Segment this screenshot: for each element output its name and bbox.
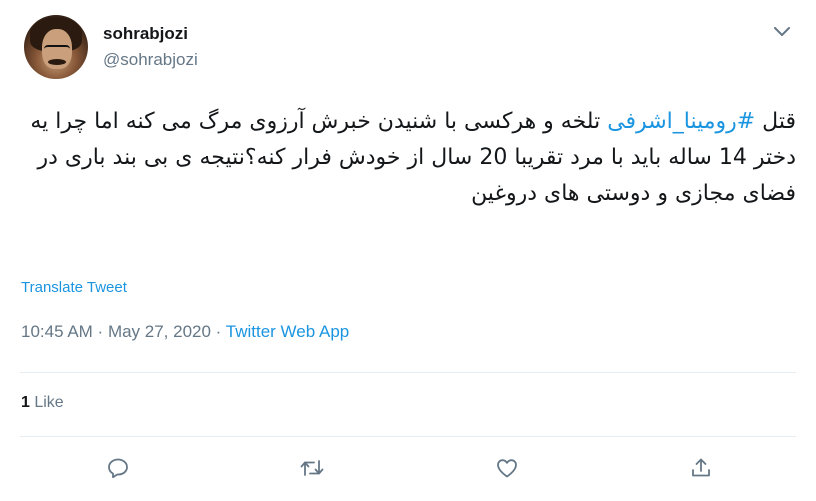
tweet-metadata: 10:45 AM · May 27, 2020 · Twitter Web Ap… — [21, 322, 349, 342]
avatar[interactable] — [24, 15, 88, 79]
chevron-down-icon[interactable] — [770, 22, 794, 42]
avatar-mustache — [48, 59, 66, 65]
share-icon[interactable] — [688, 455, 714, 481]
hashtag-link[interactable]: #رومینا_اشرفی — [607, 109, 755, 134]
retweet-icon[interactable] — [299, 455, 325, 481]
meta-separator: · — [92, 322, 108, 341]
reply-icon[interactable] — [105, 455, 131, 481]
display-name[interactable]: sohrabjozi — [103, 24, 188, 44]
tweet-time[interactable]: 10:45 AM — [21, 322, 93, 341]
tweet-text-part: قتل — [755, 109, 796, 134]
divider — [20, 372, 796, 373]
heart-icon[interactable] — [494, 455, 520, 481]
avatar-glasses — [44, 45, 70, 55]
divider — [20, 436, 796, 437]
tweet-source-link[interactable]: Twitter Web App — [226, 322, 349, 341]
tweet-text: قتل #رومینا_اشرفی تلخه و هرکسی با شنیدن … — [20, 104, 796, 212]
tweet-date[interactable]: May 27, 2020 — [108, 322, 211, 341]
meta-separator: · — [210, 322, 226, 341]
user-handle[interactable]: @sohrabjozi — [103, 50, 198, 70]
likes-count: 1 — [21, 394, 30, 411]
likes-label: Like — [29, 394, 64, 411]
translate-tweet-link[interactable]: Translate Tweet — [21, 279, 127, 296]
likes-stat[interactable]: 1 Like — [21, 394, 64, 412]
